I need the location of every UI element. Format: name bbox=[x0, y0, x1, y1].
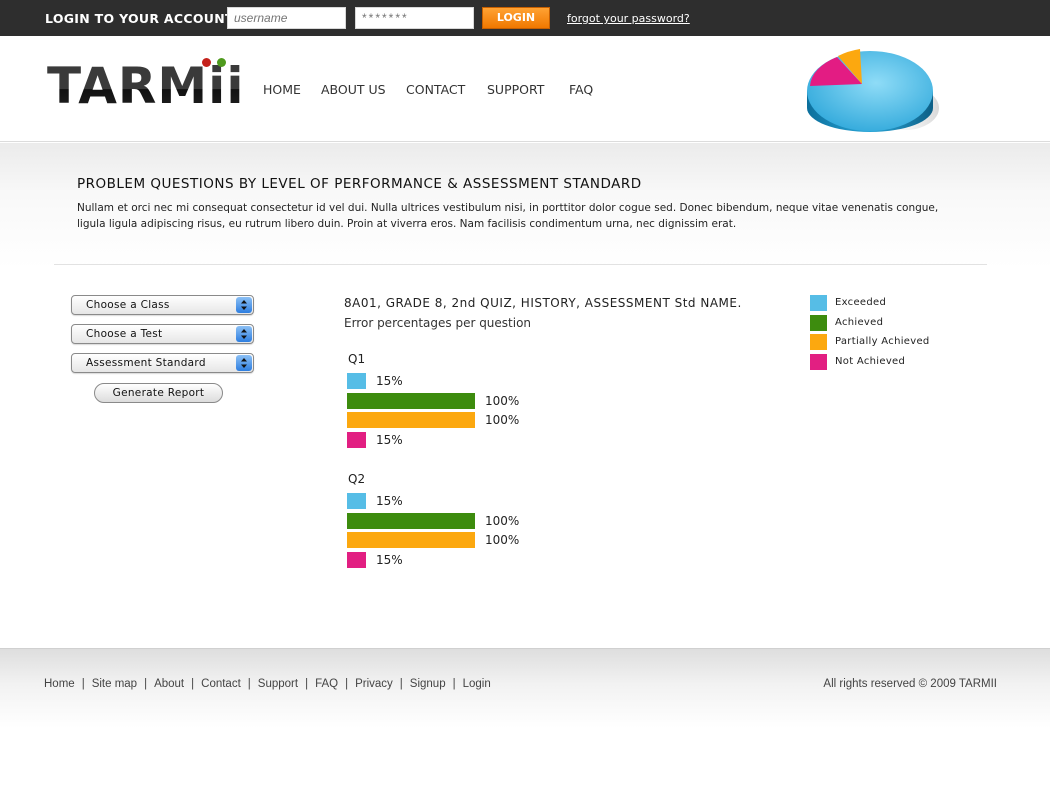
updown-arrow-icon bbox=[236, 326, 252, 342]
footer-link-about[interactable]: About bbox=[154, 678, 184, 690]
assessment-standard-label: Assessment Standard bbox=[86, 357, 206, 369]
bar-value-label: 100% bbox=[485, 513, 520, 528]
footer-link-login[interactable]: Login bbox=[463, 678, 491, 690]
bar-q1-exceeded bbox=[347, 373, 366, 389]
footer-link-home[interactable]: Home bbox=[44, 678, 75, 690]
nav-home[interactable]: HOME bbox=[263, 82, 301, 97]
bar-value-label: 15% bbox=[376, 494, 403, 508]
footer-link-privacy[interactable]: Privacy bbox=[355, 678, 393, 690]
test-select-label: Choose a Test bbox=[86, 328, 163, 340]
assessment-standard-select[interactable]: Assessment Standard bbox=[71, 353, 254, 373]
bar-q1-not-achieved bbox=[347, 432, 366, 449]
content-divider bbox=[54, 264, 987, 265]
bar-value-label: 15% bbox=[376, 433, 403, 448]
bar-q2-exceeded bbox=[347, 493, 366, 509]
separator: | bbox=[305, 678, 309, 690]
class-select-label: Choose a Class bbox=[86, 299, 170, 311]
intro-text: Nullam et orci nec mi consequat consecte… bbox=[77, 202, 939, 230]
bar-value-label: 15% bbox=[376, 374, 403, 388]
login-button[interactable]: LOGIN bbox=[482, 7, 550, 29]
separator: | bbox=[399, 678, 403, 690]
nav-support[interactable]: SUPPORT bbox=[487, 82, 544, 97]
generate-report-button[interactable]: Generate Report bbox=[94, 383, 223, 403]
password-input[interactable] bbox=[355, 7, 474, 29]
username-input[interactable] bbox=[227, 7, 346, 29]
footer-link-signup[interactable]: Signup bbox=[410, 678, 446, 690]
bar-q2-partially-achieved bbox=[347, 532, 475, 549]
bar-q2-achieved bbox=[347, 512, 475, 529]
header: TARMii HOME ABOUT US CONTACT SUPPORT FAQ bbox=[0, 36, 1050, 142]
logo-text: TARMii bbox=[47, 57, 245, 115]
separator: | bbox=[452, 678, 456, 690]
forgot-password-link[interactable]: forgot your password? bbox=[567, 12, 690, 25]
tarmii-logo[interactable]: TARMii bbox=[47, 58, 243, 114]
pie-chart-illustration bbox=[805, 46, 940, 136]
bar-q2-not-achieved bbox=[347, 552, 366, 569]
page-title: PROBLEM QUESTIONS BY LEVEL OF PERFORMANC… bbox=[77, 176, 642, 192]
error-percentage-chart: Q1 15% 100% 100% 15% Q2 15% 100% 100% 15% bbox=[340, 345, 600, 580]
question-label-q2: Q2 bbox=[348, 472, 366, 486]
nav-faq[interactable]: FAQ bbox=[569, 82, 593, 97]
logo-red-dot bbox=[202, 58, 211, 67]
separator: | bbox=[191, 678, 195, 690]
legend-label: Not Achieved bbox=[835, 356, 906, 367]
legend-swatch bbox=[810, 315, 827, 331]
legend-swatch bbox=[810, 354, 827, 370]
footer-link-faq[interactable]: FAQ bbox=[315, 678, 338, 690]
separator: | bbox=[81, 678, 85, 690]
bar-q1-partially-achieved bbox=[347, 412, 475, 429]
footer-link-support[interactable]: Support bbox=[258, 678, 298, 690]
footer-link-site-map[interactable]: Site map bbox=[92, 678, 137, 690]
separator: | bbox=[345, 678, 349, 690]
bar-q1-achieved bbox=[347, 392, 475, 409]
class-select[interactable]: Choose a Class bbox=[71, 295, 254, 315]
separator: | bbox=[247, 678, 251, 690]
updown-arrow-icon bbox=[236, 297, 252, 313]
login-title: LOGIN TO YOUR ACCOUNT bbox=[45, 11, 234, 26]
question-label-q1: Q1 bbox=[348, 352, 366, 366]
nav-contact[interactable]: CONTACT bbox=[406, 82, 465, 97]
footer-link-contact[interactable]: Contact bbox=[201, 678, 241, 690]
legend-label: Partially Achieved bbox=[835, 336, 930, 347]
login-bar: LOGIN TO YOUR ACCOUNT LOGIN forgot your … bbox=[0, 0, 1050, 36]
updown-arrow-icon bbox=[236, 355, 252, 371]
bar-value-label: 100% bbox=[485, 393, 520, 408]
separator: | bbox=[144, 678, 148, 690]
copyright-text: All rights reserved © 2009 TARMII bbox=[823, 678, 997, 690]
report-title: 8A01, GRADE 8, 2nd QUIZ, HISTORY, ASSESS… bbox=[344, 296, 742, 310]
bar-value-label: 100% bbox=[485, 413, 520, 428]
nav-about-us[interactable]: ABOUT US bbox=[321, 82, 386, 97]
legend-swatch bbox=[810, 295, 827, 311]
logo-green-dot bbox=[217, 58, 226, 67]
bar-value-label: 100% bbox=[485, 533, 520, 548]
footer: Home | Site map | About | Contact | Support | FAQ |… bbox=[0, 648, 1050, 728]
legend-label: Exceeded bbox=[835, 297, 887, 308]
footer-links: Home | Site map | About | Contact | Support | FAQ |… bbox=[44, 678, 491, 690]
bar-value-label: 15% bbox=[376, 553, 403, 568]
legend-label: Achieved bbox=[835, 317, 884, 328]
intro-band: PROBLEM QUESTIONS BY LEVEL OF PERFORMANC… bbox=[0, 143, 1050, 268]
report-subtitle: Error percentages per question bbox=[344, 316, 532, 330]
legend-swatch bbox=[810, 334, 827, 350]
test-select[interactable]: Choose a Test bbox=[71, 324, 254, 344]
